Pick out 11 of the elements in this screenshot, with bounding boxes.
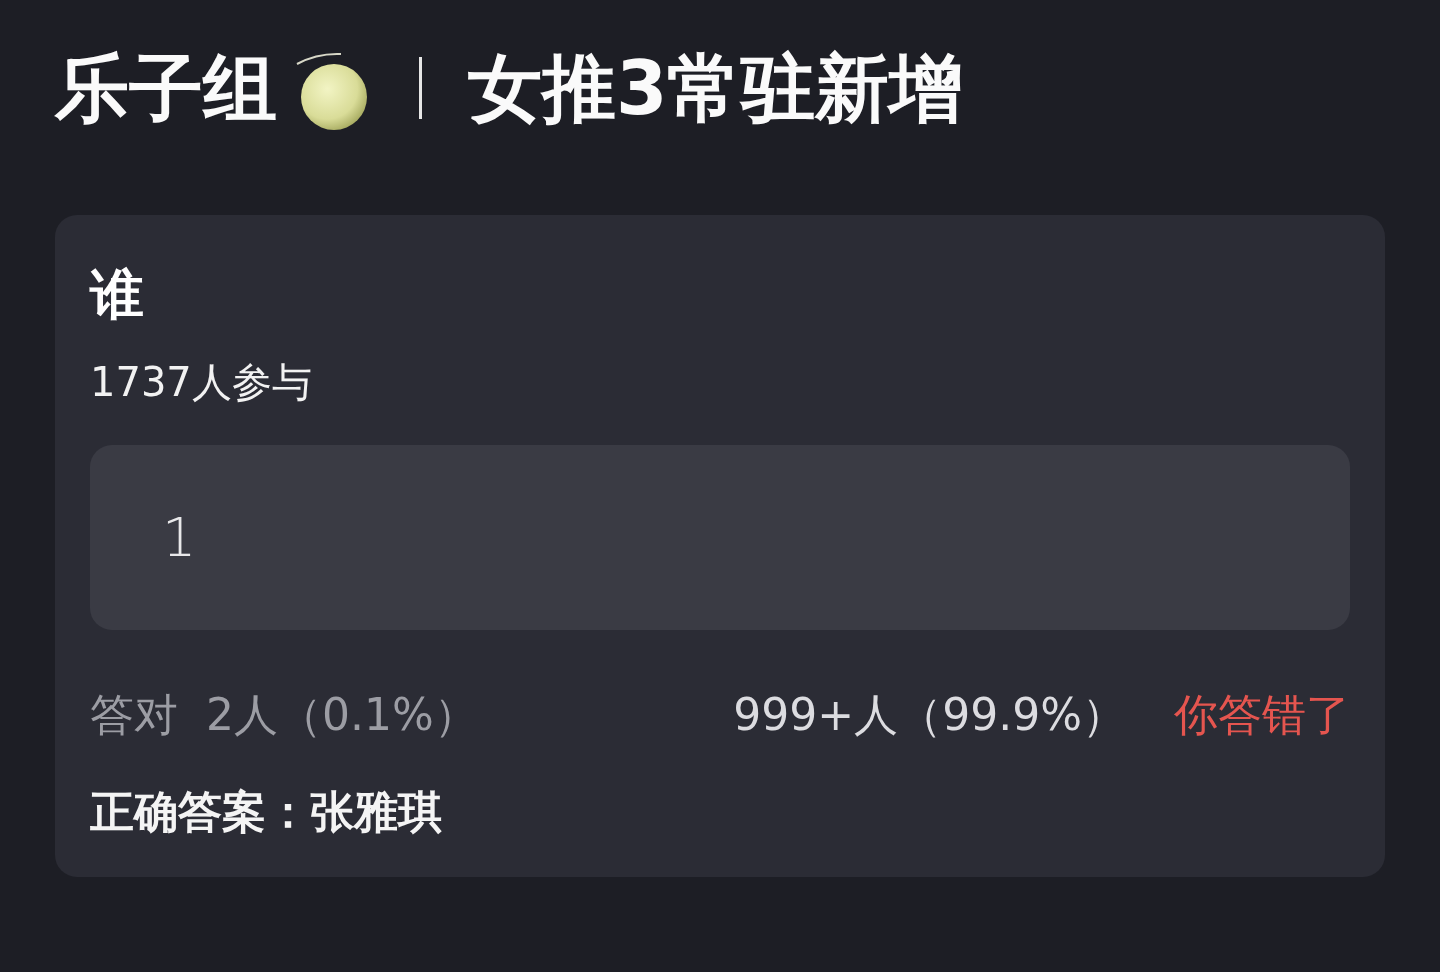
group-title: 乐子组 [55,44,277,133]
correct-count: 2人（0.1%） [206,688,478,742]
participant-count: 1737人参与 [90,358,313,407]
question-text: 谁 [90,263,145,327]
wrong-count: 999+人（99.9%） [733,688,1126,742]
correct-label: 答对 [90,688,178,742]
page-title: 女推3常驻新增 [468,44,964,133]
result-text: 你答错了 [1174,688,1350,742]
answer-field[interactable]: 1 [90,445,1350,630]
correct-answer: 正确答案：张雅琪 [90,785,443,839]
melon-icon [295,51,369,131]
